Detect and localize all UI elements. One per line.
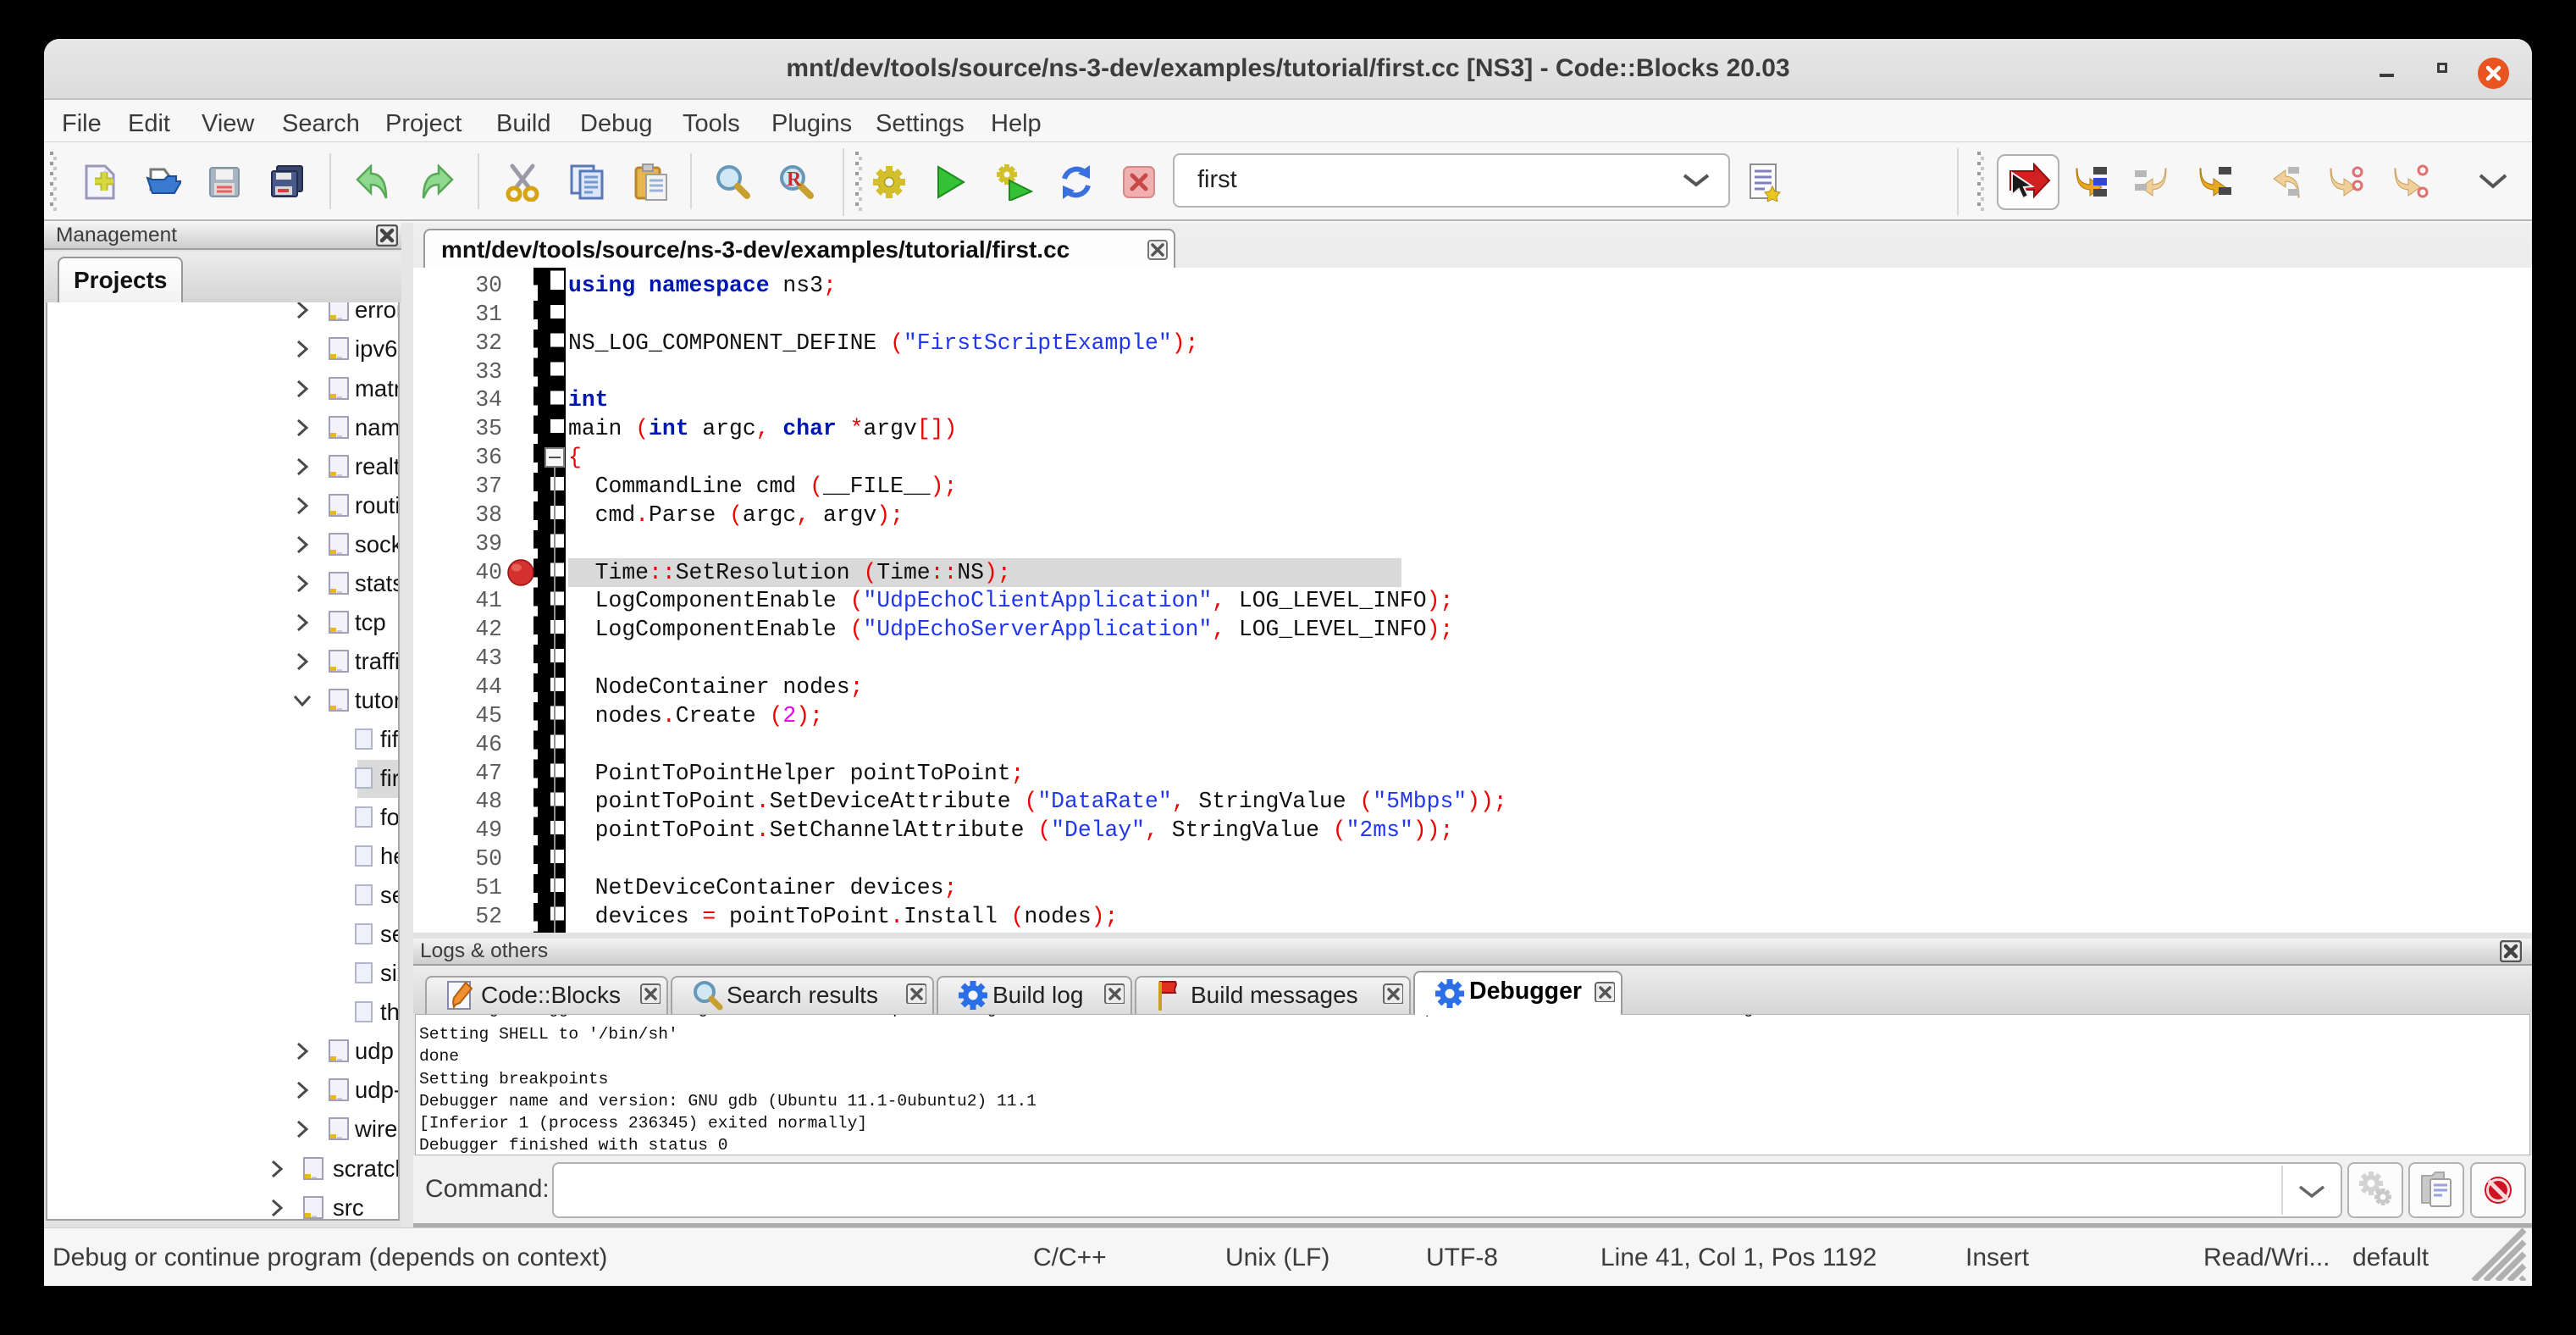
svg-text:R: R bbox=[787, 169, 802, 191]
